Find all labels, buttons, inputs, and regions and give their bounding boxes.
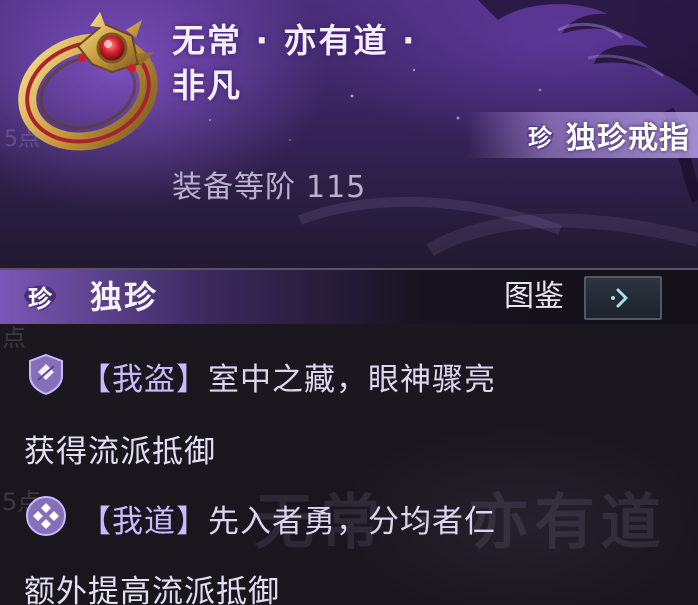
effect-2-line: 【我道】先入者勇，分均者仁 [80, 496, 496, 541]
effect-1-line: 【我盗】室中之藏，眼神骤亮 [80, 354, 496, 399]
quality-glyph-text: 珍 [28, 284, 52, 313]
item-tier: 装备等阶 115 [172, 162, 376, 206]
tier-label: 装备等阶 [172, 170, 296, 205]
effect-1-condition: 室中之藏，眼神骤亮 [208, 362, 496, 398]
rarity-glyph-text: 珍 [528, 123, 552, 152]
effect-1-tag: 【我盗】 [80, 362, 208, 398]
rarity-glyph-icon: 珍 [522, 117, 558, 153]
gold-ring-icon [18, 12, 158, 151]
effect-2-description: 额外提高流派抵御 [24, 574, 280, 605]
item-name-line-1: 无常 · 亦有道 · [172, 21, 417, 60]
atlas-button[interactable] [584, 276, 662, 320]
quality-label: 独珍 [90, 278, 159, 316]
item-type-banner: 珍 独珍戒指 [466, 112, 698, 158]
diamond-emblem-icon [26, 496, 66, 536]
effect-1-description: 获得流派抵御 [24, 434, 216, 470]
item-name-line-2: 非凡 [172, 66, 242, 105]
shield-emblem-icon [29, 353, 63, 396]
quality-glyph-icon: 珍 [22, 278, 58, 314]
item-type-label: 独珍戒指 [566, 121, 690, 156]
tier-value: 115 [306, 170, 367, 205]
faded-background-text: 点 [2, 324, 26, 352]
atlas-label: 图鉴 [504, 279, 564, 314]
item-name: 无常 · 亦有道 · 非凡 [172, 18, 472, 108]
effect-2-tag: 【我道】 [80, 504, 208, 540]
effect-2-condition: 先入者勇，分均者仁 [208, 504, 496, 540]
item-header: 5点 无常 · 亦有道 · 非凡 珍 独珍戒指 装备等阶 115 [0, 0, 698, 268]
item-tooltip-card: 5点 无常 · 亦有道 · 非凡 珍 独珍戒指 装备等阶 115 珍 独珍 图鉴… [0, 0, 698, 605]
chevron-right-icon [611, 288, 628, 308]
